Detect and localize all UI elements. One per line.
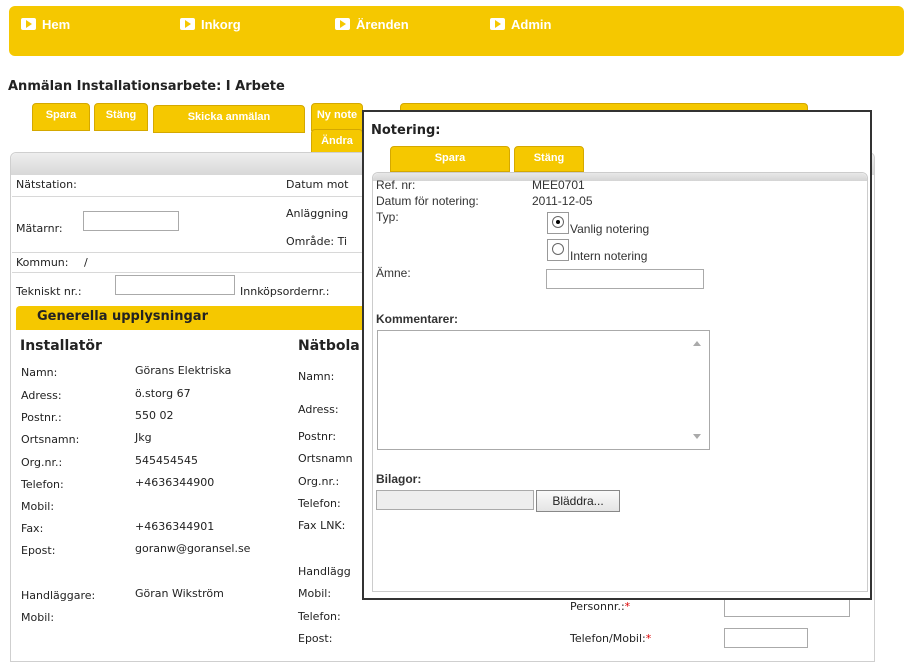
play-arrow-icon [490, 18, 505, 30]
tekniskt-input[interactable] [115, 275, 235, 295]
tab-skicka-anmalan[interactable]: Skicka anmälan [153, 105, 305, 133]
typ-label: Typ: [376, 210, 399, 224]
omrade-label: Område: Ti [286, 235, 348, 248]
top-navigation: Hem Inkorg Ärenden Admin [9, 6, 904, 56]
natbolag-adress-label: Adress: [298, 403, 339, 416]
natbolag-mobil-label: Mobil: [298, 587, 332, 600]
installator-telefon-label: Telefon: [21, 478, 64, 491]
radio-box-intern [547, 239, 569, 261]
natbolag-postnr-label: Postnr: [298, 430, 337, 443]
installator-adress-value: ö.storg 67 [135, 387, 191, 400]
dialog-spara-button[interactable]: Spara [390, 146, 510, 172]
dialog-title: Notering: [371, 123, 441, 138]
refnr-value: MEE0701 [532, 178, 585, 192]
datum-notering-value: 2011-12-05 [532, 194, 593, 208]
play-arrow-icon [21, 18, 36, 30]
kommentarer-label: Kommentarer: [376, 312, 459, 326]
radio-intern-notering[interactable] [552, 243, 564, 255]
installator-postnr-label: Postnr.: [21, 411, 62, 424]
tekniskt-label: Tekniskt nr.: [16, 285, 82, 298]
nav-item-hem[interactable]: Hem [21, 15, 70, 33]
dialog-stang-button[interactable]: Stäng [514, 146, 584, 172]
play-arrow-icon [180, 18, 195, 30]
scroll-down-icon[interactable] [693, 434, 701, 439]
innkops-label: Innköpsordernr.: [240, 285, 330, 298]
scroll-up-icon[interactable] [693, 341, 701, 346]
bilagor-label: Bilagor: [376, 472, 422, 486]
refnr-label: Ref. nr: [376, 178, 416, 192]
installator-epost-label: Epost: [21, 544, 56, 557]
bladdra-button[interactable]: Bläddra... [536, 490, 620, 512]
bilagor-file-input[interactable] [376, 490, 534, 510]
installator-orgnr-value: 545454545 [135, 454, 198, 467]
natbolag-heading: Nätbola [298, 338, 360, 354]
telefon-mobil-input[interactable] [724, 628, 808, 648]
nav-item-label: Ärenden [356, 16, 409, 32]
natbolag-telefon-label: Telefon: [298, 497, 341, 510]
natbolag-telefon2-label: Telefon: [298, 610, 341, 623]
matarnr-input[interactable] [83, 211, 179, 231]
nav-item-label: Hem [42, 16, 71, 32]
installator-epost-value: goranw@goransel.se [135, 542, 251, 555]
installator-fax-label: Fax: [21, 522, 44, 535]
installator-heading: Installatör [20, 338, 102, 354]
anlaggning-label: Anläggning [286, 207, 349, 220]
tab-andra[interactable]: Ändra [311, 129, 363, 153]
matarnr-label: Mätarnr: [16, 222, 63, 235]
installator-namn-label: Namn: [21, 366, 58, 379]
nav-item-arenden[interactable]: Ärenden [335, 15, 409, 33]
divider [12, 252, 364, 253]
radio-vanlig-notering[interactable] [552, 216, 564, 228]
installator-fax-value: +4636344901 [135, 520, 215, 533]
nav-item-admin[interactable]: Admin [490, 15, 551, 33]
personnr-input[interactable] [724, 597, 850, 617]
divider [12, 196, 364, 197]
natbolag-namn-label: Namn: [298, 370, 335, 383]
telefon-mobil-label: Telefon/Mobil:* [570, 632, 652, 645]
datum-label: Datum mot [286, 178, 349, 191]
kommun-value: / [84, 256, 88, 269]
installator-orgnr-label: Org.nr.: [21, 456, 63, 469]
installator-postnr-value: 550 02 [135, 409, 174, 422]
tab-ny-notering[interactable]: Ny note [311, 103, 363, 131]
section-generella: Generella upplysningar [16, 306, 366, 330]
natbolag-epost-label: Epost: [298, 632, 333, 645]
installator-ortsnamn-value: Jkg [135, 431, 152, 444]
installator-adress-label: Adress: [21, 389, 62, 402]
natbolag-handlaggare-label: Handlägg [298, 565, 351, 578]
radio-box-vanlig [547, 212, 569, 234]
kommentarer-textarea[interactable] [377, 330, 710, 450]
installator-handlaggare-label: Handläggare: [21, 589, 96, 602]
installator-ortsnamn-label: Ortsnamn: [21, 433, 80, 446]
divider [12, 272, 364, 273]
nav-item-label: Admin [511, 16, 552, 32]
installator-mobil-label: Mobil: [21, 500, 55, 513]
natstation-label: Nätstation: [16, 178, 77, 191]
amne-input[interactable] [546, 269, 704, 289]
play-arrow-icon [335, 18, 350, 30]
natbolag-orgnr-label: Org.nr.: [298, 475, 340, 488]
radio-vanlig-label: Vanlig notering [570, 222, 650, 236]
installator-namn-value: Görans Elektriska [135, 364, 232, 377]
radio-intern-label: Intern notering [570, 249, 648, 263]
installator-telefon-value: +4636344900 [135, 476, 215, 489]
required-mark: * [645, 632, 652, 645]
nav-item-inkorg[interactable]: Inkorg [180, 15, 241, 33]
kommun-label: Kommun: [16, 256, 69, 269]
tab-stang[interactable]: Stäng [94, 103, 148, 131]
datum-notering-label: Datum för notering: [376, 194, 479, 208]
personnr-label: Personnr.:* [570, 600, 631, 613]
natbolag-fax-label: Fax LNK: [298, 519, 346, 532]
required-mark: * [624, 600, 631, 613]
dialog-panel-header [373, 173, 867, 181]
installator-handlaggare-mobil-label: Mobil: [21, 611, 55, 624]
nav-item-label: Inkorg [201, 16, 241, 32]
installator-handlaggare-value: Göran Wikström [135, 587, 224, 600]
page-title: Anmälan Installationsarbete: I Arbete [8, 79, 285, 94]
tab-spara[interactable]: Spara [32, 103, 90, 131]
amne-label: Ämne: [376, 266, 411, 280]
natbolag-ortsnamn-label: Ortsnamn [298, 452, 353, 465]
